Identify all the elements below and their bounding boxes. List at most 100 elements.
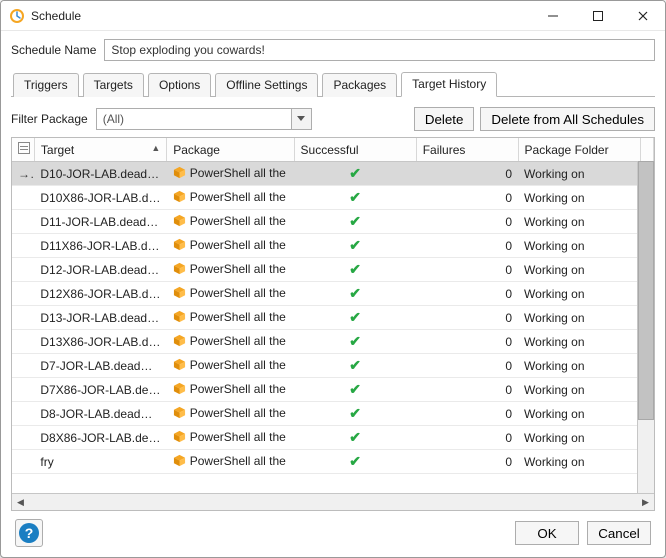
cell-package: PowerShell all the [167, 282, 294, 306]
filter-package-select[interactable] [96, 108, 312, 130]
tab-options[interactable]: Options [148, 73, 211, 97]
package-icon [173, 430, 186, 446]
table-row[interactable]: D11-JOR-LAB.dead…PowerShell all the✔0Wor… [12, 210, 654, 234]
window-title: Schedule [31, 9, 81, 23]
cell-successful: ✔ [294, 402, 416, 426]
cell-successful: ✔ [294, 354, 416, 378]
ok-button[interactable]: OK [515, 521, 579, 545]
titlebar: Schedule [1, 1, 665, 31]
horizontal-scrollbar[interactable]: ◀ ▶ [12, 493, 654, 510]
tab-triggers[interactable]: Triggers [13, 73, 79, 97]
filter-package-value[interactable] [96, 108, 312, 130]
vertical-scroll-thumb[interactable] [638, 161, 654, 420]
cell-successful: ✔ [294, 306, 416, 330]
filter-package-dropdown-button[interactable] [291, 109, 311, 129]
cancel-button[interactable]: Cancel [587, 521, 651, 545]
cell-package: PowerShell all the [167, 402, 294, 426]
tab-packages[interactable]: Packages [322, 73, 397, 97]
row-indicator [12, 354, 34, 378]
table-row[interactable]: →D10-JOR-LAB.dead…PowerShell all the✔0Wo… [12, 162, 654, 186]
column-package[interactable]: Package [167, 138, 294, 162]
target-history-grid: Target ▲ Package Successful Failures Pac… [11, 137, 655, 511]
cell-package: PowerShell all the [167, 186, 294, 210]
package-icon [173, 262, 186, 278]
table-row[interactable]: D11X86-JOR-LAB.d…PowerShell all the✔0Wor… [12, 234, 654, 258]
package-icon [173, 358, 186, 374]
table-row[interactable]: D8X86-JOR-LAB.de…PowerShell all the✔0Wor… [12, 426, 654, 450]
delete-button[interactable]: Delete [414, 107, 475, 131]
hscroll-left-button[interactable]: ◀ [12, 494, 29, 510]
row-indicator [12, 306, 34, 330]
help-button[interactable]: ? [15, 519, 43, 547]
schedule-window: Schedule Schedule Name TriggersTargetsOp… [0, 0, 666, 558]
column-target[interactable]: Target ▲ [34, 138, 166, 162]
table-row[interactable]: D12-JOR-LAB.dead…PowerShell all the✔0Wor… [12, 258, 654, 282]
row-selector-header[interactable] [12, 138, 34, 162]
scrollbar-header-spacer [640, 138, 653, 162]
schedule-name-label: Schedule Name [11, 43, 96, 57]
table-row[interactable]: D7X86-JOR-LAB.de…PowerShell all the✔0Wor… [12, 378, 654, 402]
schedule-name-input[interactable] [104, 39, 655, 61]
row-indicator [12, 330, 34, 354]
check-icon: ✔ [349, 357, 361, 373]
cell-target: D13-JOR-LAB.dead… [34, 306, 166, 330]
cell-package: PowerShell all the [167, 330, 294, 354]
table-row[interactable]: fryPowerShell all the✔0Working on [12, 450, 654, 474]
hscroll-right-button[interactable]: ▶ [637, 494, 654, 510]
cell-target: D13X86-JOR-LAB.d… [34, 330, 166, 354]
column-package-folder[interactable]: Package Folder [518, 138, 640, 162]
minimize-button[interactable] [530, 1, 575, 30]
cell-package: PowerShell all the [167, 258, 294, 282]
tab-targets[interactable]: Targets [83, 73, 144, 97]
row-indicator [12, 402, 34, 426]
check-icon: ✔ [349, 405, 361, 421]
table-row[interactable]: D13-JOR-LAB.dead…PowerShell all the✔0Wor… [12, 306, 654, 330]
check-icon: ✔ [349, 429, 361, 445]
table-row[interactable]: D12X86-JOR-LAB.d…PowerShell all the✔0Wor… [12, 282, 654, 306]
cell-package-folder: Working on [518, 306, 640, 330]
maximize-button[interactable] [575, 1, 620, 30]
tab-offline[interactable]: Offline Settings [215, 73, 318, 97]
cell-failures: 0 [416, 354, 518, 378]
cell-failures: 0 [416, 330, 518, 354]
sort-asc-icon: ▲ [151, 143, 160, 153]
cell-successful: ✔ [294, 426, 416, 450]
cell-failures: 0 [416, 210, 518, 234]
cell-target: D7X86-JOR-LAB.de… [34, 378, 166, 402]
close-button[interactable] [620, 1, 665, 30]
cell-package: PowerShell all the [167, 306, 294, 330]
row-indicator [12, 378, 34, 402]
row-indicator [12, 258, 34, 282]
column-failures[interactable]: Failures [416, 138, 518, 162]
cell-package-folder: Working on [518, 426, 640, 450]
cell-failures: 0 [416, 186, 518, 210]
delete-from-all-button[interactable]: Delete from All Schedules [480, 107, 655, 131]
check-icon: ✔ [349, 189, 361, 205]
grid-table: Target ▲ Package Successful Failures Pac… [12, 138, 654, 474]
check-icon: ✔ [349, 165, 361, 181]
tab-history[interactable]: Target History [401, 72, 497, 97]
cell-successful: ✔ [294, 378, 416, 402]
cell-target: fry [34, 450, 166, 474]
vertical-scrollbar[interactable] [637, 161, 654, 493]
column-successful[interactable]: Successful [294, 138, 416, 162]
check-icon: ✔ [349, 237, 361, 253]
cell-package-folder: Working on [518, 282, 640, 306]
table-row[interactable]: D7-JOR-LAB.dead…PowerShell all the✔0Work… [12, 354, 654, 378]
package-icon [173, 238, 186, 254]
table-row[interactable]: D10X86-JOR-LAB.d…PowerShell all the✔0Wor… [12, 186, 654, 210]
package-icon [173, 310, 186, 326]
cell-package: PowerShell all the [167, 378, 294, 402]
row-indicator [12, 450, 34, 474]
grid-header-row: Target ▲ Package Successful Failures Pac… [12, 138, 654, 162]
cell-target: D12X86-JOR-LAB.d… [34, 282, 166, 306]
grid-scroll[interactable]: Target ▲ Package Successful Failures Pac… [12, 138, 654, 493]
cell-package-folder: Working on [518, 402, 640, 426]
table-row[interactable]: D13X86-JOR-LAB.d…PowerShell all the✔0Wor… [12, 330, 654, 354]
cell-target: D8-JOR-LAB.dead… [34, 402, 166, 426]
package-icon [173, 382, 186, 398]
cell-target: D11-JOR-LAB.dead… [34, 210, 166, 234]
table-row[interactable]: D8-JOR-LAB.dead…PowerShell all the✔0Work… [12, 402, 654, 426]
cell-package-folder: Working on [518, 450, 640, 474]
row-indicator [12, 186, 34, 210]
